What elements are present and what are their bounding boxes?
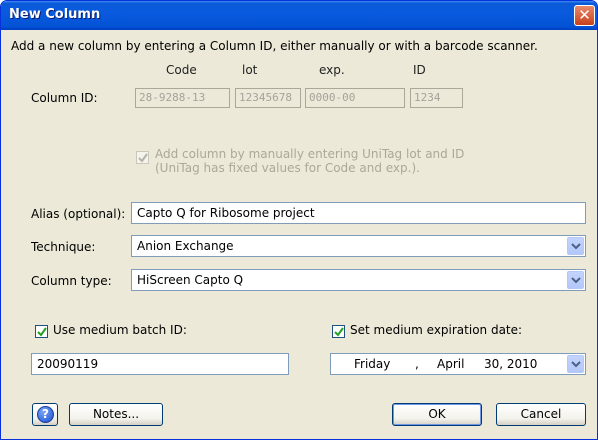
technique-label: Technique: [31, 240, 96, 254]
chevron-down-icon [571, 277, 581, 284]
help-icon: ? [37, 406, 54, 423]
close-icon: ✕ [578, 6, 591, 24]
chevron-down-icon [571, 361, 581, 368]
use-batch-id-checkbox[interactable] [35, 325, 48, 338]
column-id-header-id: ID [413, 63, 426, 77]
exp-field: 0000-00 [305, 88, 405, 108]
use-batch-id-label: Use medium batch ID: [53, 323, 187, 337]
column-id-header-exp: exp. [319, 63, 345, 77]
date-month[interactable]: April [437, 354, 464, 374]
technique-value: Anion Exchange [137, 239, 234, 253]
checkmark-icon [37, 327, 47, 337]
batch-id-input[interactable]: 20090119 [31, 353, 289, 375]
new-column-dialog: New Column ✕ Add a new column by enterin… [0, 0, 598, 440]
intro-text: Add a new column by entering a Column ID… [11, 39, 538, 53]
dialog-body: Add a new column by entering a Column ID… [1, 30, 597, 439]
notes-button[interactable]: Notes... [69, 403, 163, 426]
id-field: 1234 [410, 88, 463, 108]
technique-dropdown-button[interactable] [567, 237, 584, 255]
alias-input[interactable]: Capto Q for Ribosome project [131, 202, 586, 224]
column-type-label: Column type: [31, 274, 112, 288]
column-id-header-code: Code [166, 63, 197, 77]
unitag-checkbox[interactable] [136, 151, 149, 164]
date-weekday[interactable]: Friday [354, 354, 390, 374]
expiration-date-picker[interactable]: Friday , April 30, 2010 [330, 353, 586, 375]
chevron-down-icon [571, 243, 581, 250]
checkmark-icon [334, 327, 344, 337]
date-separator: , [415, 357, 419, 371]
code-field: 28-9288-13 [135, 88, 230, 108]
column-id-label: Column ID: [31, 91, 98, 105]
title-bar[interactable]: New Column ✕ [1, 1, 597, 30]
column-id-header-lot: lot [242, 63, 258, 77]
ok-button[interactable]: OK [392, 403, 482, 426]
checkmark-icon [138, 153, 148, 163]
set-expiration-label: Set medium expiration date: [350, 323, 523, 337]
set-expiration-checkbox[interactable] [332, 325, 345, 338]
technique-select[interactable]: Anion Exchange [131, 235, 586, 257]
cancel-button[interactable]: Cancel [496, 403, 586, 426]
column-type-select[interactable]: HiScreen Capto Q [131, 269, 586, 291]
close-button[interactable]: ✕ [574, 5, 595, 26]
help-button[interactable]: ? [32, 403, 58, 426]
unitag-checkbox-line2: (UniTag has fixed values for Code and ex… [155, 161, 420, 175]
unitag-checkbox-line1: Add column by manually entering UniTag l… [155, 147, 465, 161]
date-day-year[interactable]: 30, 2010 [484, 354, 537, 374]
column-type-dropdown-button[interactable] [567, 271, 584, 289]
window-title: New Column [9, 7, 101, 22]
date-dropdown-button[interactable] [567, 355, 584, 373]
lot-field: 12345678 [235, 88, 301, 108]
column-type-value: HiScreen Capto Q [137, 273, 244, 287]
alias-label: Alias (optional): [31, 207, 126, 221]
